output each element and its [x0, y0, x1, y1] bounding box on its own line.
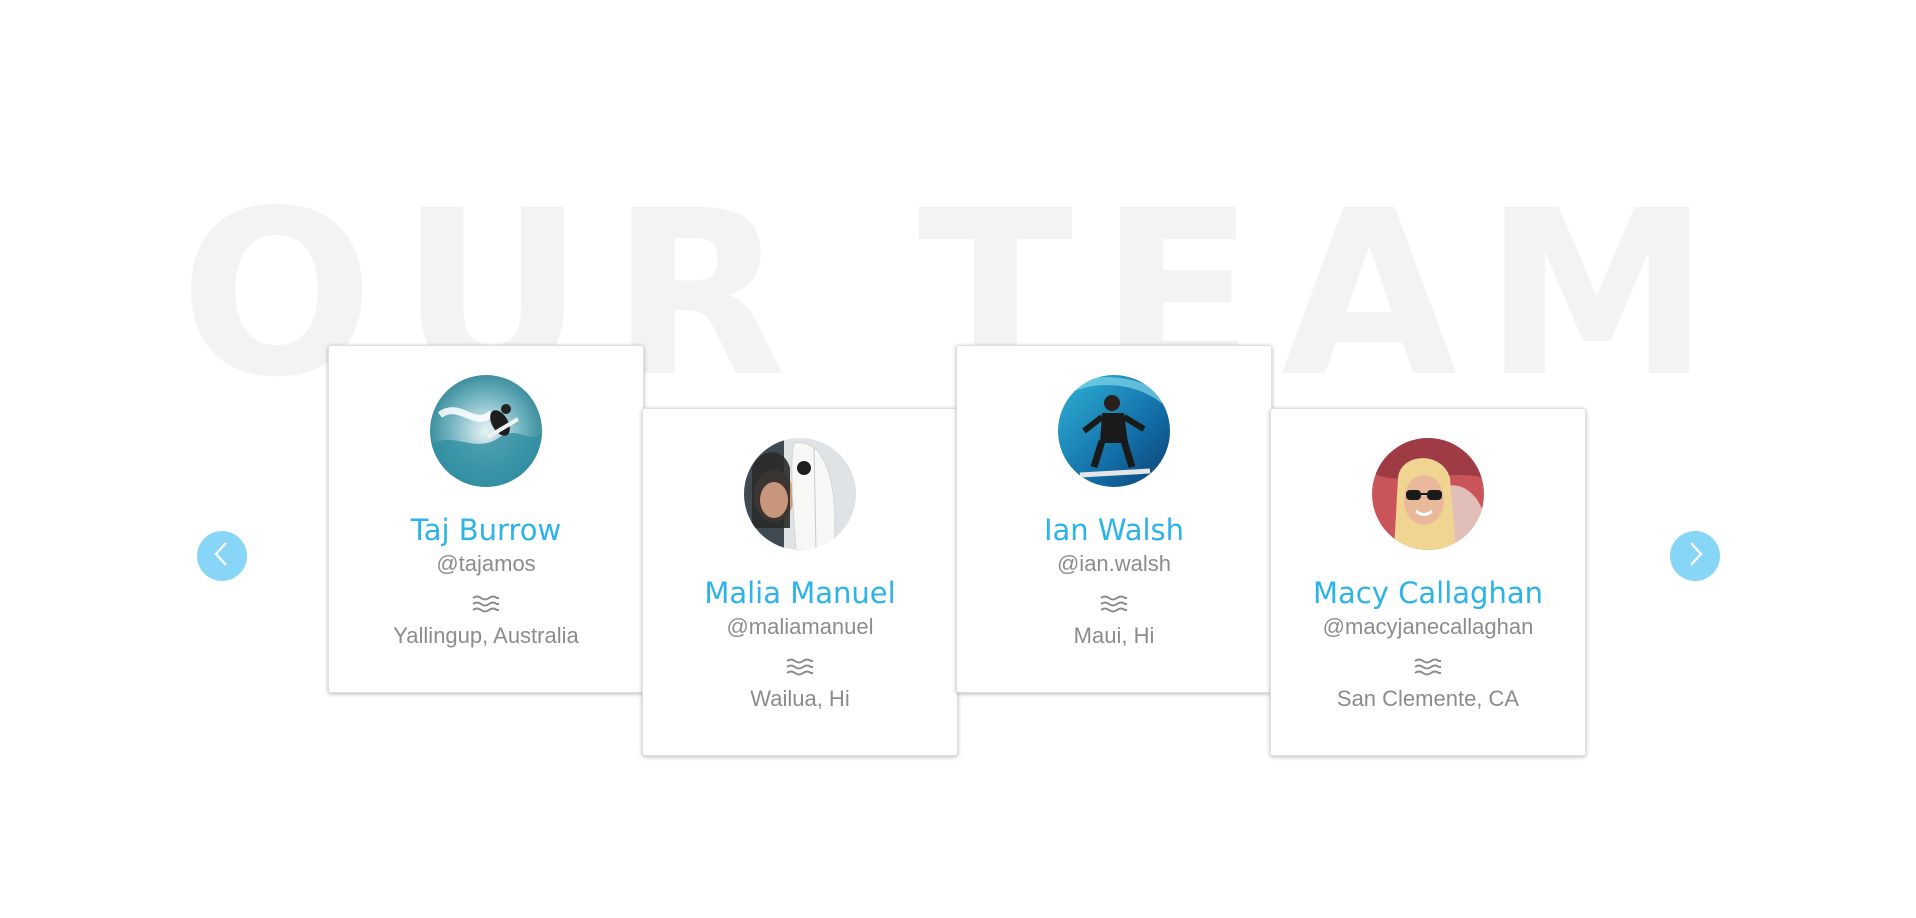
team-member-card: Ian Walsh @ian.walsh Maui, Hi: [956, 345, 1272, 693]
carousel-next-button[interactable]: [1670, 531, 1720, 581]
team-member-card: Malia Manuel @maliamanuel Wailua, Hi: [642, 408, 958, 756]
member-location: San Clemente, CA: [1336, 686, 1520, 711]
avatar: [1058, 375, 1170, 487]
member-location: Wailua, Hi: [750, 686, 850, 711]
waves-icon: [1099, 593, 1129, 615]
chevron-left-icon: [211, 541, 233, 572]
waves-icon: [471, 593, 501, 615]
member-handle[interactable]: @macyjanecallaghan: [1271, 613, 1585, 641]
team-member-card: Macy Callaghan @macyjanecallaghan San Cl…: [1270, 408, 1586, 756]
avatar: [430, 375, 542, 487]
chevron-right-icon: [1684, 541, 1706, 572]
team-section: OUR TEAM Taj Burrow @tajamos Yallingup, …: [0, 0, 1916, 918]
team-member-card: Taj Burrow @tajamos Yallingup, Australia: [328, 345, 644, 693]
avatar: [1372, 438, 1484, 550]
member-name[interactable]: Macy Callaghan: [1271, 576, 1585, 610]
member-name[interactable]: Malia Manuel: [643, 576, 957, 610]
member-handle[interactable]: @maliamanuel: [643, 613, 957, 641]
waves-icon: [785, 656, 815, 678]
member-location: Yallingup, Australia: [393, 623, 579, 648]
member-handle[interactable]: @tajamos: [329, 550, 643, 578]
member-handle[interactable]: @ian.walsh: [957, 550, 1271, 578]
member-name[interactable]: Taj Burrow: [329, 513, 643, 547]
waves-icon: [1413, 656, 1443, 678]
member-location: Maui, Hi: [1073, 623, 1155, 648]
avatar: [744, 438, 856, 550]
member-name[interactable]: Ian Walsh: [957, 513, 1271, 547]
carousel-prev-button[interactable]: [197, 531, 247, 581]
